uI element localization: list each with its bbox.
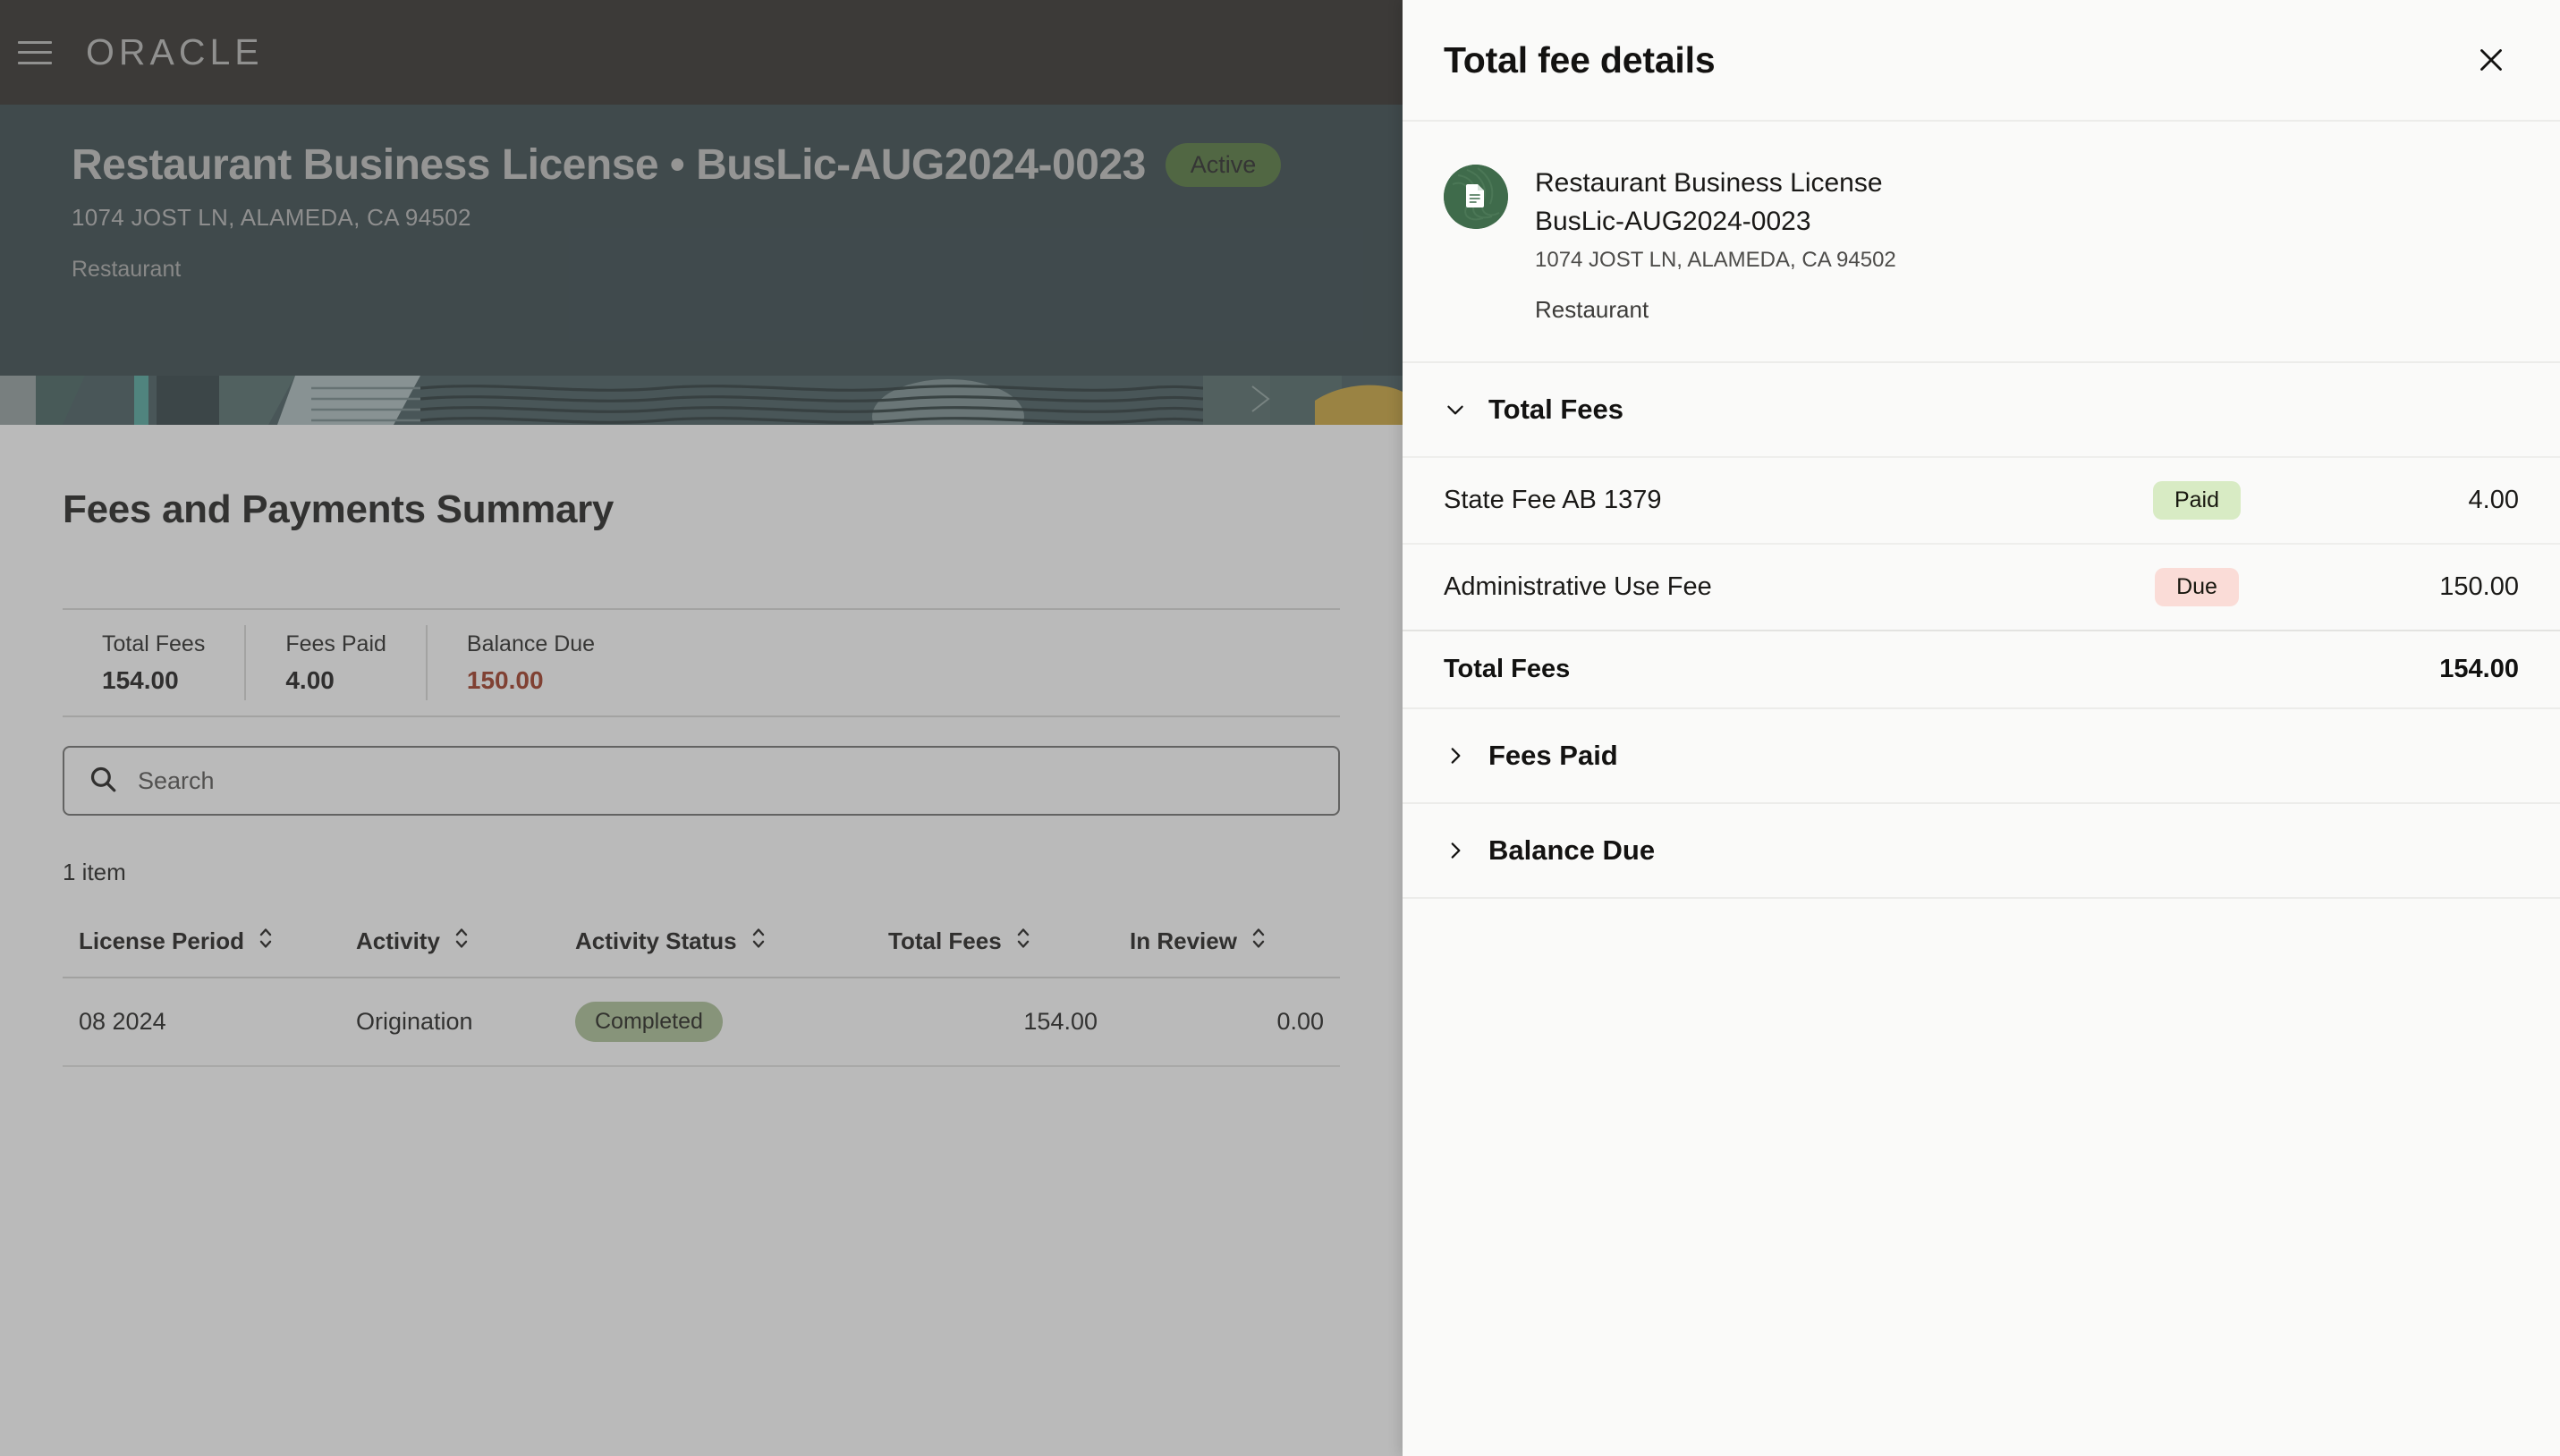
cell-activity-status: Completed bbox=[559, 978, 872, 1067]
summary-label: Balance Due bbox=[466, 631, 596, 656]
accordion-header-total-fees[interactable]: Total Fees bbox=[1403, 363, 2560, 456]
column-label: Total Fees bbox=[888, 927, 1002, 954]
search-box[interactable] bbox=[63, 746, 1340, 816]
column-header-in-review[interactable]: In Review bbox=[1114, 906, 1340, 978]
total-fee-details-drawer: Total fee details Restaurant Business Li… bbox=[1403, 0, 2560, 1456]
status-badge-completed: Completed bbox=[575, 1002, 723, 1042]
drawer-header: Total fee details bbox=[1403, 0, 2560, 122]
drawer-title: Total fee details bbox=[1444, 38, 1716, 80]
sort-icon bbox=[750, 926, 767, 957]
search-input[interactable] bbox=[138, 766, 1315, 795]
cell-license-period: 08 2024 bbox=[63, 978, 340, 1067]
table-head: License Period Activity Activity Status … bbox=[63, 906, 1340, 978]
record-text: Restaurant Business License BusLic-AUG20… bbox=[1535, 165, 1896, 324]
status-badge: Active bbox=[1165, 143, 1282, 187]
column-header-activity-status[interactable]: Activity Status bbox=[559, 906, 872, 978]
column-label: Activity Status bbox=[575, 927, 737, 954]
record-address: 1074 JOST LN, ALAMEDA, CA 94502 bbox=[1535, 248, 1896, 273]
record-address: 1074 JOST LN, ALAMEDA, CA 94502 bbox=[72, 204, 471, 231]
record-name-line1: Restaurant Business License bbox=[1535, 168, 1883, 198]
chevron-right-icon bbox=[1444, 744, 1467, 767]
column-label: In Review bbox=[1130, 927, 1237, 954]
accordion-title: Fees Paid bbox=[1488, 740, 1618, 772]
summary-cell-total-fees: Total Fees 154.00 bbox=[63, 625, 244, 700]
search-wrapper bbox=[63, 746, 1340, 816]
accordion-header-balance-due[interactable]: Balance Due bbox=[1403, 804, 2560, 897]
column-header-activity[interactable]: Activity bbox=[340, 906, 559, 978]
summary-cell-fees-paid: Fees Paid 4.00 bbox=[244, 625, 426, 700]
fee-name: State Fee AB 1379 bbox=[1444, 486, 1662, 515]
cell-total-fees-link[interactable]: 154.00 bbox=[872, 978, 1114, 1067]
avatar bbox=[1444, 165, 1508, 229]
fee-row-total: Total Fees 154.00 bbox=[1403, 630, 2560, 707]
fee-badge-col: Due bbox=[2081, 568, 2313, 607]
summary-label: Total Fees bbox=[102, 631, 206, 656]
fee-row: Administrative Use Fee Due 150.00 bbox=[1403, 543, 2560, 630]
column-label: Activity bbox=[356, 927, 440, 954]
fee-amount: 150.00 bbox=[2439, 572, 2519, 602]
summary-value: 154.00 bbox=[102, 665, 179, 694]
item-count: 1 item bbox=[63, 859, 126, 885]
accordion-title: Total Fees bbox=[1488, 394, 1624, 426]
record-type: Restaurant bbox=[1535, 296, 1649, 324]
oracle-logo: ORACLE bbox=[86, 31, 264, 72]
accordion-section-fees-paid: Fees Paid bbox=[1403, 709, 2560, 805]
summary-value: 4.00 bbox=[285, 665, 335, 694]
table-header-row: License Period Activity Activity Status … bbox=[63, 906, 1340, 978]
fee-total-amount: 154.00 bbox=[2439, 655, 2519, 684]
table-body: 08 2024 Origination Completed 154.00 0.0… bbox=[63, 978, 1340, 1067]
cell-in-review: 0.00 bbox=[1114, 978, 1340, 1067]
table-row[interactable]: 08 2024 Origination Completed 154.00 0.0… bbox=[63, 978, 1340, 1067]
accordion-section-total-fees: Total Fees State Fee AB 1379 Paid 4.00 A… bbox=[1403, 363, 2560, 710]
summary-cell-balance-due: Balance Due 150.00 bbox=[425, 625, 634, 700]
sort-icon bbox=[453, 926, 470, 957]
chevron-down-icon bbox=[1444, 398, 1467, 421]
column-header-total-fees[interactable]: Total Fees bbox=[872, 906, 1114, 978]
fee-status-badge-paid: Paid bbox=[2152, 481, 2242, 521]
sort-icon bbox=[1250, 926, 1267, 957]
screen-root: ORACLE Restaurant Business License • Bus… bbox=[0, 0, 2560, 1456]
global-header: ORACLE bbox=[0, 0, 1403, 105]
chevron-right-icon bbox=[1444, 839, 1467, 862]
search-icon bbox=[88, 764, 118, 799]
fee-row: State Fee AB 1379 Paid 4.00 bbox=[1403, 456, 2560, 543]
fee-badge-col: Paid bbox=[2081, 481, 2313, 521]
fee-status-badge-due: Due bbox=[2155, 568, 2239, 607]
sort-icon bbox=[1014, 926, 1032, 957]
page-title-record: Restaurant Business License • BusLic-AUG… bbox=[72, 141, 1146, 189]
drawer-record-summary: Restaurant Business License BusLic-AUG20… bbox=[1403, 122, 2560, 364]
hero-title-row: Restaurant Business License • BusLic-AUG… bbox=[72, 140, 1331, 190]
fee-total-label: Total Fees bbox=[1444, 655, 1571, 684]
accordion-title: Balance Due bbox=[1488, 834, 1656, 867]
record-hero-banner: Restaurant Business License • BusLic-AUG… bbox=[0, 105, 1403, 376]
activities-table: License Period Activity Activity Status … bbox=[63, 906, 1340, 1067]
page-title: Fees and Payments Summary bbox=[63, 487, 615, 531]
hamburger-menu-icon[interactable] bbox=[18, 38, 54, 68]
column-header-license-period[interactable]: License Period bbox=[63, 906, 340, 978]
record-name-line2: BusLic-AUG2024-0023 bbox=[1535, 206, 1811, 236]
fee-name: Administrative Use Fee bbox=[1444, 572, 1712, 602]
fees-summary-strip: Total Fees 154.00 Fees Paid 4.00 Balance… bbox=[63, 608, 1340, 717]
fee-amount: 4.00 bbox=[2468, 486, 2519, 515]
close-icon[interactable] bbox=[2465, 34, 2517, 86]
summary-value: 150.00 bbox=[466, 665, 544, 694]
record-type: Restaurant bbox=[72, 257, 182, 282]
summary-label: Fees Paid bbox=[285, 631, 386, 656]
accordion-header-fees-paid[interactable]: Fees Paid bbox=[1403, 709, 2560, 802]
cell-activity-link[interactable]: Origination bbox=[340, 978, 559, 1067]
decorative-banner-art bbox=[0, 376, 1403, 425]
main-content: Fees and Payments Summary Total Fees 154… bbox=[0, 425, 1403, 1456]
column-label: License Period bbox=[79, 927, 244, 954]
sort-icon bbox=[257, 926, 275, 957]
accordion-section-balance-due: Balance Due bbox=[1403, 804, 2560, 900]
